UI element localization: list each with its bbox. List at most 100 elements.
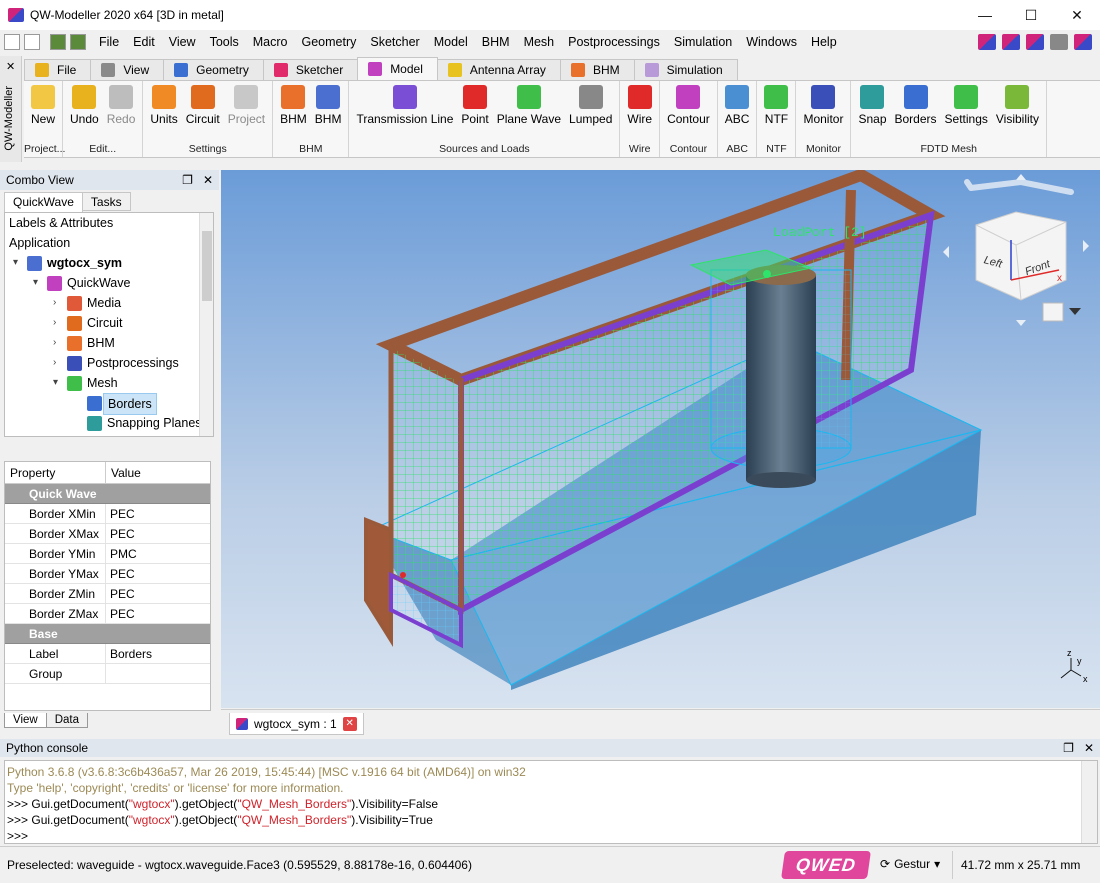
- tab-simulation[interactable]: Simulation: [633, 59, 738, 80]
- 3d-viewport[interactable]: LoadPort [2] Left Front x x y z: [221, 170, 1100, 708]
- model-tab-icon: [368, 62, 383, 76]
- tree-item-snapping-planes[interactable]: Snapping Planes: [5, 413, 213, 433]
- property-value[interactable]: PEC: [106, 524, 210, 543]
- close-document-icon[interactable]: ✕: [342, 716, 357, 731]
- minimize-button[interactable]: —: [962, 0, 1008, 30]
- bottom-tab-view[interactable]: View: [4, 713, 47, 728]
- navcube-menu-icon[interactable]: [1042, 302, 1064, 322]
- tree-item-mesh[interactable]: ▾ Mesh: [5, 373, 213, 393]
- navigation-style-selector[interactable]: ⟳ Gestur ▾: [880, 857, 940, 871]
- console-close-icon[interactable]: ✕: [1084, 741, 1094, 755]
- menu-simulation[interactable]: Simulation: [667, 30, 739, 54]
- menu-help[interactable]: Help: [804, 30, 844, 54]
- property-value[interactable]: PEC: [106, 584, 210, 603]
- tree-scrollbar[interactable]: [199, 213, 213, 436]
- tree-item-circuit[interactable]: › Circuit: [5, 313, 213, 333]
- property-row-label[interactable]: Label Borders: [5, 644, 210, 664]
- menu-file[interactable]: File: [92, 30, 126, 54]
- tree-expander-icon[interactable]: ›: [53, 293, 56, 313]
- navigation-cube[interactable]: Left Front x: [943, 174, 1089, 326]
- tab-antenna-array[interactable]: Antenna Array: [436, 59, 561, 80]
- menu-edit[interactable]: Edit: [126, 30, 162, 54]
- property-row-group[interactable]: Group: [5, 664, 210, 684]
- menu-bhm[interactable]: BHM: [475, 30, 517, 54]
- tree-item-quickwave[interactable]: ▾ QuickWave: [5, 273, 213, 293]
- close-panel-icon[interactable]: ✕: [203, 173, 213, 187]
- menu-postprocessings[interactable]: Postprocessings: [561, 30, 667, 54]
- menu-windows[interactable]: Windows: [739, 30, 804, 54]
- property-row-border-ymin[interactable]: Border YMin PMC: [5, 544, 210, 564]
- qw-web-icon[interactable]: [1050, 34, 1068, 50]
- tree-item-label: BHM: [87, 336, 115, 350]
- tab-view[interactable]: View: [90, 59, 165, 80]
- menu-model[interactable]: Model: [427, 30, 475, 54]
- tab-model[interactable]: Model: [357, 57, 438, 80]
- property-value[interactable]: Borders: [106, 644, 210, 663]
- tree-expander-icon[interactable]: ▾: [13, 253, 18, 273]
- menu-macro[interactable]: Macro: [246, 30, 295, 54]
- tree-item-wgtocx-sym[interactable]: ▾ wgtocx_sym: [5, 253, 213, 273]
- tree-item-bhm[interactable]: › BHM: [5, 333, 213, 353]
- strip-close-icon[interactable]: ✕: [6, 60, 15, 73]
- tree-expander-icon[interactable]: ›: [53, 353, 56, 373]
- property-row-border-zmin[interactable]: Border ZMin PEC: [5, 584, 210, 604]
- cylinder-post[interactable]: [689, 249, 852, 488]
- wire-icon: [627, 85, 652, 109]
- tab-sketcher[interactable]: Sketcher: [262, 59, 359, 80]
- tree-expander-icon[interactable]: ›: [53, 313, 56, 333]
- property-group-quick-wave[interactable]: Quick Wave: [5, 484, 210, 504]
- float-icon[interactable]: ❐: [182, 173, 193, 187]
- qw-view-icon[interactable]: [1026, 34, 1044, 50]
- close-window-button[interactable]: ✕: [1054, 0, 1100, 30]
- toolbar-group-contour: Contour Contour: [660, 81, 718, 157]
- qw-editor-icon[interactable]: [978, 34, 996, 50]
- 3d-scene[interactable]: LoadPort [2] Left Front x x y z: [221, 170, 1100, 708]
- lumped-icon: [578, 85, 603, 109]
- property-row-border-ymax[interactable]: Border YMax PEC: [5, 564, 210, 584]
- button-label: Contour: [667, 112, 710, 126]
- property-value[interactable]: [106, 664, 210, 683]
- property-row-border-zmax[interactable]: Border ZMax PEC: [5, 604, 210, 624]
- tab-geometry[interactable]: Geometry: [163, 59, 264, 80]
- tree-item-borders[interactable]: Borders: [5, 393, 213, 415]
- tree-item-media[interactable]: › Media: [5, 293, 213, 313]
- menu-geometry[interactable]: Geometry: [295, 30, 364, 54]
- tree-item-application[interactable]: Application: [5, 233, 213, 253]
- qw-about-icon[interactable]: [1074, 34, 1092, 50]
- combo-tab-quickwave[interactable]: QuickWave: [4, 192, 83, 213]
- save-icon[interactable]: [50, 34, 66, 50]
- axis-x-label: x: [1083, 674, 1088, 684]
- tree-expander-icon[interactable]: ▾: [53, 373, 58, 393]
- console-scrollbar[interactable]: [1081, 761, 1097, 843]
- qw-simulator-icon[interactable]: [1002, 34, 1020, 50]
- tree-expander-icon[interactable]: ▾: [33, 273, 38, 293]
- console-float-icon[interactable]: ❐: [1063, 741, 1074, 755]
- tree-item-postprocessings[interactable]: › Postprocessings: [5, 353, 213, 373]
- tab-file[interactable]: File: [24, 59, 92, 80]
- project-icon: [234, 85, 259, 109]
- combo-tab-tasks[interactable]: Tasks: [81, 192, 131, 211]
- property-value[interactable]: PEC: [106, 564, 210, 583]
- property-value[interactable]: PMC: [106, 544, 210, 563]
- menu-tools[interactable]: Tools: [203, 30, 246, 54]
- property-group-base[interactable]: Base: [5, 624, 210, 644]
- menu-sketcher[interactable]: Sketcher: [363, 30, 426, 54]
- document-tab[interactable]: wgtocx_sym : 1 ✕: [229, 713, 364, 735]
- property-value[interactable]: PEC: [106, 604, 210, 623]
- python-console[interactable]: Python 3.6.8 (v3.6.8:3c6b436a57, Mar 26 …: [4, 760, 1098, 844]
- menu-mesh[interactable]: Mesh: [517, 30, 562, 54]
- toolbar-group-label: Contour: [669, 143, 708, 155]
- bottom-tab-data[interactable]: Data: [45, 713, 89, 728]
- property-value[interactable]: PEC: [106, 504, 210, 523]
- maximize-button[interactable]: ☐: [1008, 0, 1054, 30]
- toolbar-group-label: NTF: [766, 143, 787, 155]
- save-as-icon[interactable]: [70, 34, 86, 50]
- menu-view[interactable]: View: [162, 30, 203, 54]
- tree-expander-icon[interactable]: ›: [53, 333, 56, 353]
- tab-bhm[interactable]: BHM: [559, 59, 635, 80]
- open-recent-icon[interactable]: [24, 34, 40, 50]
- property-row-border-xmax[interactable]: Border XMax PEC: [5, 524, 210, 544]
- source-point-marker[interactable]: [400, 572, 406, 578]
- app-menu-icon[interactable]: [4, 34, 20, 50]
- property-row-border-xmin[interactable]: Border XMin PEC: [5, 504, 210, 524]
